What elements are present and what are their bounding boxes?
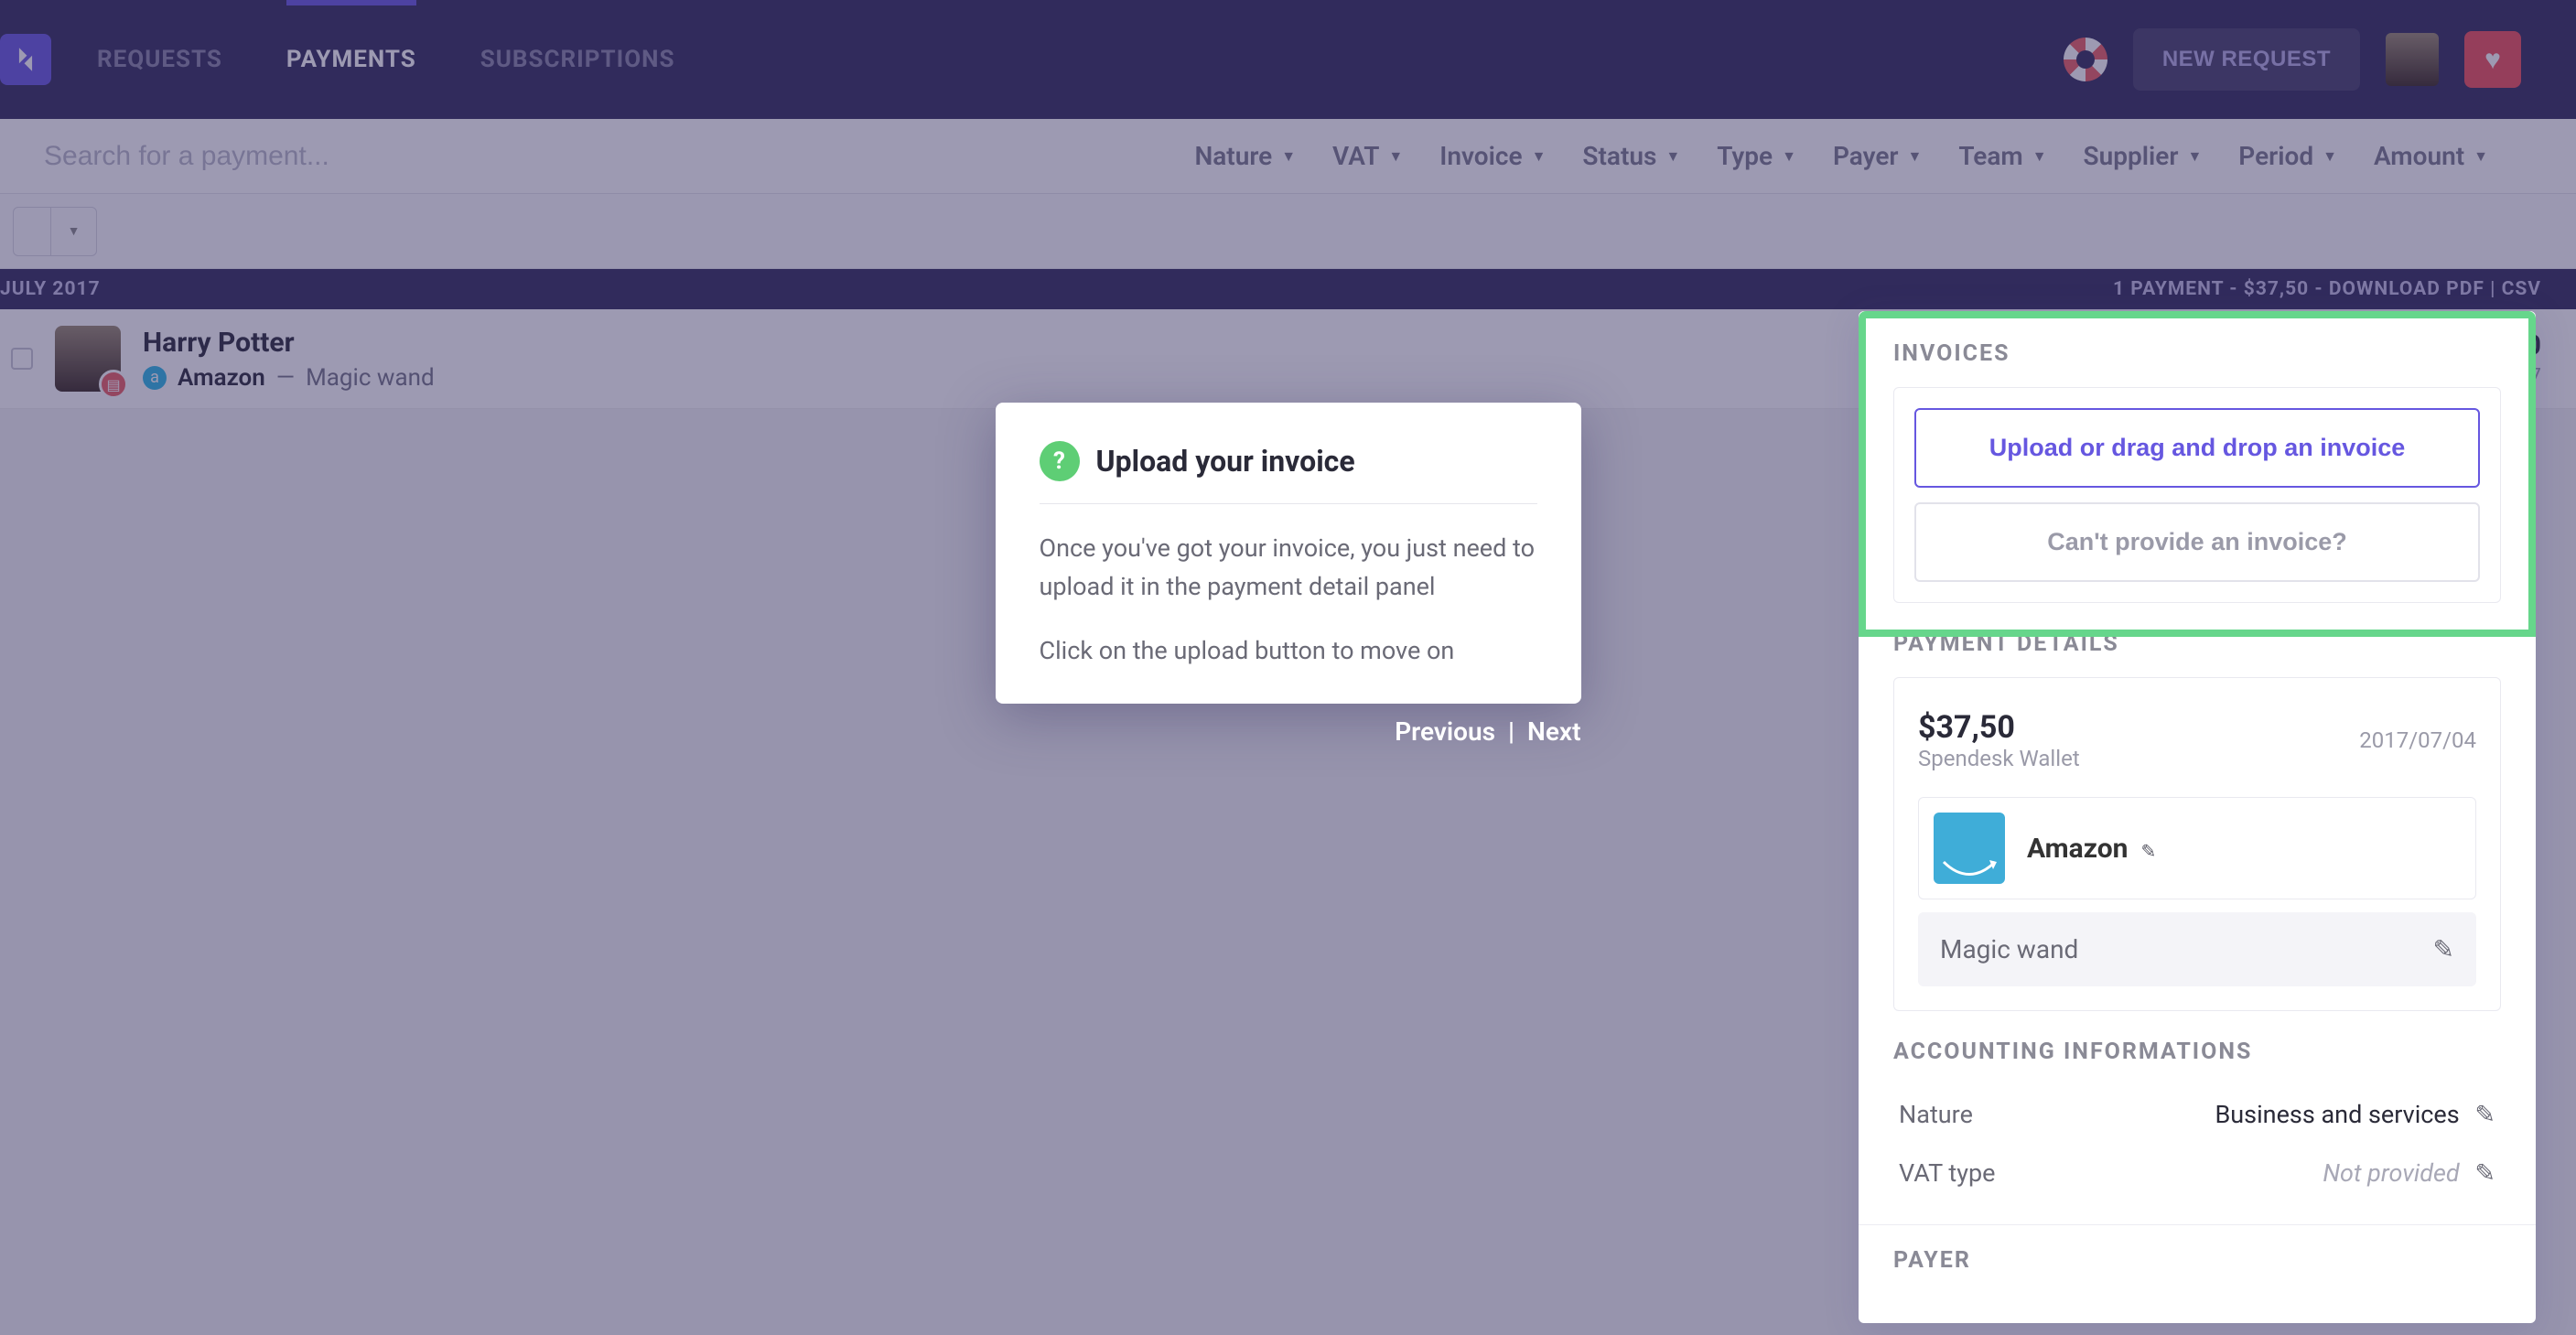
accounting-heading: ACCOUNTING INFORMATIONS (1893, 1039, 2501, 1065)
question-icon: ? (1040, 441, 1080, 481)
description-field[interactable]: Magic wand (1918, 912, 2476, 986)
nature-value: Business and services (2215, 1100, 2459, 1129)
detail-amount: $37,50 (1918, 709, 2080, 746)
vat-label: VAT type (1899, 1158, 1995, 1188)
vendor-logo-icon (1934, 813, 2005, 884)
invoices-heading: INVOICES (1893, 340, 2501, 367)
tour-nav-separator: | (1508, 716, 1514, 747)
nature-label: Nature (1899, 1100, 1973, 1129)
edit-vat-icon[interactable] (2474, 1158, 2495, 1188)
payment-details-heading: PAYMENT DETAILS (1893, 630, 2501, 657)
tour-next-button[interactable]: Next (1527, 716, 1580, 747)
wallet-label: Spendesk Wallet (1918, 746, 2080, 771)
payment-details-card: $37,50 Spendesk Wallet 2017/07/04 Amazon… (1893, 677, 2501, 1011)
vat-value: Not provided (2323, 1158, 2459, 1188)
tour-body-2: Click on the upload button to move on (1040, 632, 1537, 671)
detail-vendor: Amazon (2027, 833, 2129, 865)
accounting-vat-row: VAT type Not provided (1893, 1144, 2501, 1202)
edit-vendor-icon[interactable] (2140, 840, 2156, 862)
payer-heading: PAYER (1893, 1247, 2501, 1274)
detail-date: 2017/07/04 (2359, 727, 2476, 753)
tour-nav: Previous | Next (1395, 716, 1580, 747)
invoices-card: Upload or drag and drop an invoice Can't… (1893, 387, 2501, 603)
accounting-nature-row: Nature Business and services (1893, 1085, 2501, 1144)
payment-detail-panel: INVOICES Upload or drag and drop an invo… (1859, 311, 2536, 1323)
upload-invoice-button[interactable]: Upload or drag and drop an invoice (1914, 408, 2480, 488)
edit-nature-icon[interactable] (2474, 1100, 2495, 1129)
vendor-block: Amazon (1918, 797, 2476, 899)
tour-popover: ? Upload your invoice Once you've got yo… (996, 403, 1581, 704)
tour-previous-button[interactable]: Previous (1395, 716, 1495, 747)
tour-title: Upload your invoice (1096, 444, 1355, 479)
cant-provide-button[interactable]: Can't provide an invoice? (1914, 502, 2480, 582)
tour-body-1: Once you've got your invoice, you just n… (1040, 530, 1537, 607)
description-text: Magic wand (1940, 934, 2078, 964)
edit-description-icon[interactable] (2433, 934, 2454, 964)
